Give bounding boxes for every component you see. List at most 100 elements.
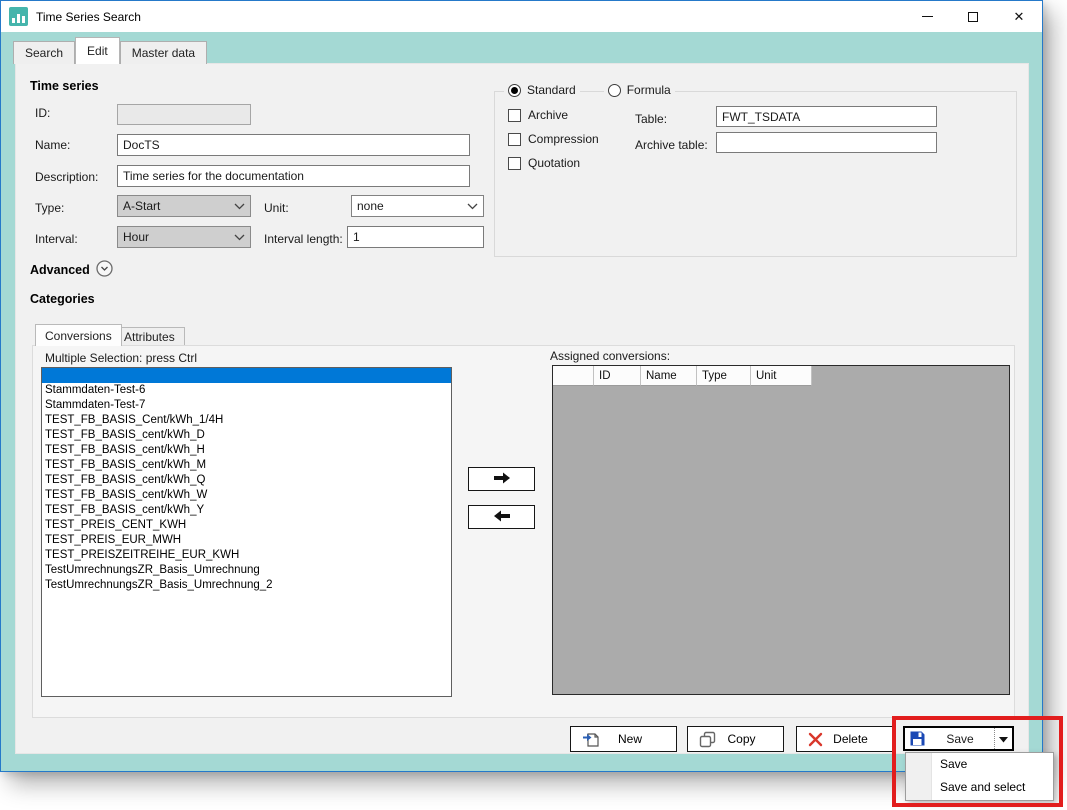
assigned-conversions-label: Assigned conversions:: [550, 349, 670, 363]
grid-header-type[interactable]: Type: [697, 366, 751, 386]
list-item[interactable]: TEST_PREISZEITREIHE_EUR_KWH: [42, 548, 451, 563]
save-floppy-icon: [909, 730, 926, 747]
multi-selection-hint: Multiple Selection: press Ctrl: [45, 351, 197, 365]
menu-item-save-and-select[interactable]: Save and select: [906, 776, 1053, 799]
interval-dropdown-value: Hour: [123, 230, 149, 244]
maximize-icon: [968, 12, 978, 22]
minimize-button[interactable]: [904, 1, 950, 32]
tab-attributes[interactable]: Attributes: [114, 327, 185, 346]
table-field[interactable]: FWT_TSDATA: [716, 106, 937, 127]
unit-dropdown[interactable]: none: [351, 195, 484, 217]
list-item[interactable]: TEST_PREIS_EUR_MWH: [42, 533, 451, 548]
assigned-conversions-grid: ID Name Type Unit: [552, 365, 1010, 695]
radio-standard[interactable]: Standard: [504, 83, 580, 97]
radio-standard-label: Standard: [527, 83, 576, 97]
id-field: [117, 104, 251, 125]
categories-section-title: Categories: [30, 292, 95, 306]
advanced-expander[interactable]: Advanced: [30, 260, 113, 280]
chevron-down-icon: [234, 199, 245, 213]
arrow-right-icon: [491, 470, 513, 489]
close-button[interactable]: ✕: [996, 1, 1042, 32]
list-item[interactable]: TEST_FB_BASIS_cent/kWh_M: [42, 458, 451, 473]
type-dropdown-value: A-Start: [123, 199, 160, 213]
main-tabstrip: Search Edit Master data: [13, 32, 207, 64]
delete-button-label: Delete: [823, 732, 894, 746]
advanced-label: Advanced: [30, 263, 90, 277]
archive-table-field[interactable]: [716, 132, 937, 153]
save-dropdown-menu: Save Save and select: [905, 752, 1054, 801]
chevron-down-circle-icon: [96, 260, 113, 280]
list-item[interactable]: Stammdaten-Test-6: [42, 383, 451, 398]
interval-length-label: Interval length:: [264, 232, 343, 246]
checkbox-icon: [508, 133, 521, 146]
interval-length-field[interactable]: 1: [347, 226, 484, 248]
radio-unselected-icon: [608, 84, 621, 97]
checkbox-archive[interactable]: Archive: [508, 108, 568, 122]
time-series-section-title: Time series: [30, 79, 99, 93]
list-item[interactable]: TestUmrechnungsZR_Basis_Umrechnung: [42, 563, 451, 578]
type-dropdown[interactable]: A-Start: [117, 195, 251, 217]
copy-button[interactable]: Copy: [687, 726, 784, 752]
list-item[interactable]: TEST_FB_BASIS_Cent/kWh_1/4H: [42, 413, 451, 428]
interval-dropdown[interactable]: Hour: [117, 226, 251, 248]
save-split-button[interactable]: Save: [903, 726, 1014, 751]
archive-table-label: Archive table:: [635, 138, 708, 152]
edit-tab-panel: Time series ID: Name: DocTS Description:…: [15, 63, 1029, 754]
tab-conversions[interactable]: Conversions: [35, 324, 122, 346]
tab-master-data[interactable]: Master data: [120, 41, 207, 64]
list-item[interactable]: TEST_FB_BASIS_cent/kWh_H: [42, 443, 451, 458]
list-item[interactable]: Stammdaten-Test-7: [42, 398, 451, 413]
list-item[interactable]: TEST_FB_BASIS_cent/kWh_D: [42, 428, 451, 443]
checkbox-icon: [508, 157, 521, 170]
list-item[interactable]: TEST_PREIS_CENT_KWH: [42, 518, 451, 533]
unit-dropdown-value: none: [357, 199, 384, 213]
copy-button-label: Copy: [716, 732, 783, 746]
checkbox-quotation[interactable]: Quotation: [508, 156, 580, 170]
name-label: Name:: [35, 138, 70, 152]
grid-header-id[interactable]: ID: [594, 366, 641, 386]
grid-header-unit[interactable]: Unit: [751, 366, 812, 386]
table-label: Table:: [635, 112, 667, 126]
assign-conversion-button[interactable]: [468, 467, 535, 491]
radio-formula-label: Formula: [627, 83, 671, 97]
chevron-down-icon: [467, 199, 478, 213]
dropdown-arrow-icon: [999, 732, 1008, 746]
delete-button[interactable]: Delete: [796, 726, 895, 752]
description-field[interactable]: Time series for the documentation: [117, 165, 470, 187]
conversions-tab-panel: Multiple Selection: press Ctrl Stammdate…: [32, 345, 1015, 718]
interval-label: Interval:: [35, 232, 78, 246]
titlebar: Time Series Search ✕: [1, 1, 1042, 32]
window-title: Time Series Search: [36, 10, 141, 24]
checkbox-compression[interactable]: Compression: [508, 132, 599, 146]
arrow-left-icon: [491, 508, 513, 527]
name-field[interactable]: DocTS: [117, 134, 470, 156]
tab-search[interactable]: Search: [13, 41, 75, 64]
list-item[interactable]: [42, 368, 451, 383]
checkbox-icon: [508, 109, 521, 122]
radio-formula[interactable]: Formula: [604, 83, 675, 97]
minimize-icon: [922, 16, 933, 17]
save-dropdown-toggle[interactable]: [994, 728, 1012, 749]
checkbox-archive-label: Archive: [528, 108, 568, 122]
unit-label: Unit:: [264, 201, 289, 215]
grid-header-rowselector: [553, 366, 594, 386]
bar-chart-app-icon: [9, 7, 28, 26]
list-item[interactable]: TEST_FB_BASIS_cent/kWh_W: [42, 488, 451, 503]
new-button-label: New: [600, 732, 676, 746]
checkbox-compression-label: Compression: [528, 132, 599, 146]
list-item[interactable]: TestUmrechnungsZR_Basis_Umrechnung_2: [42, 578, 451, 593]
list-item[interactable]: TEST_FB_BASIS_cent/kWh_Q: [42, 473, 451, 488]
chevron-down-icon: [234, 230, 245, 244]
unassign-conversion-button[interactable]: [468, 505, 535, 529]
grid-header-name[interactable]: Name: [641, 366, 697, 386]
screenshot-stage: Time Series Search ✕ Search Edit Master …: [0, 0, 1067, 810]
menu-item-save[interactable]: Save: [906, 753, 1053, 776]
conversions-listbox[interactable]: Stammdaten-Test-6 Stammdaten-Test-7 TEST…: [41, 367, 452, 697]
tab-edit[interactable]: Edit: [75, 37, 120, 64]
list-item[interactable]: TEST_FB_BASIS_cent/kWh_Y: [42, 503, 451, 518]
checkbox-quotation-label: Quotation: [528, 156, 580, 170]
storage-type-legend: Standard Formula: [504, 83, 675, 97]
new-document-icon: [582, 730, 600, 748]
new-button[interactable]: New: [570, 726, 677, 752]
maximize-button[interactable]: [950, 1, 996, 32]
